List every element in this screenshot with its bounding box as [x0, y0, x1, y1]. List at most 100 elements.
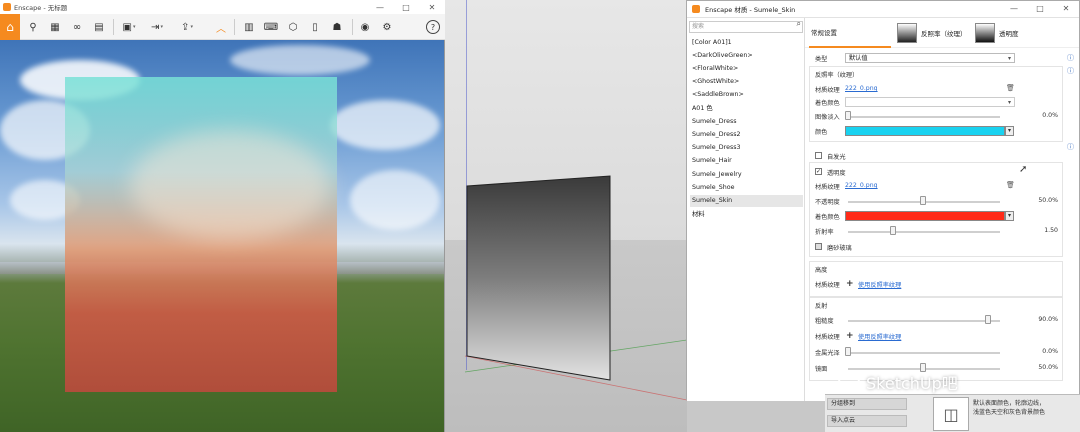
add-icon[interactable]: + [846, 332, 854, 341]
enscape-logo-icon [692, 5, 700, 13]
fade-slider-thumb[interactable] [845, 111, 851, 120]
material-search-input[interactable]: 搜索 [689, 21, 803, 33]
transparency-tint-dropdown[interactable]: ▾ [1005, 211, 1014, 221]
height-header: 高度 [815, 267, 828, 274]
enscape-logo-icon [3, 3, 11, 11]
material-settings-pane: 常规设置 反照率（纹理） 透明度 类型 默认值 ⓘ 反照率（纹理） 材质纹理 2… [805, 18, 1079, 401]
minimize-button[interactable]: — [1001, 1, 1027, 15]
material-editor-window: Enscape 材质 - Sumele_Skin — □ ✕ 搜索 ⌕ [Col… [686, 0, 1080, 401]
transparency-checkbox[interactable]: ✓ [815, 168, 822, 175]
self-illum-checkbox[interactable] [815, 152, 822, 159]
material-item[interactable]: [Color A01]1 [690, 37, 803, 49]
keyboard-icon[interactable]: ⌨ [262, 18, 280, 36]
material-item[interactable]: Sumele_Dress3 [690, 142, 803, 154]
search-icon[interactable]: ⌕ [797, 19, 801, 29]
ior-label: 折射率 [815, 229, 834, 236]
self-illum-label: 自发光 [827, 154, 846, 161]
ior-slider-track[interactable] [848, 231, 1000, 233]
material-item[interactable]: 材料 [690, 209, 803, 221]
export-icon[interactable]: ⇥ [148, 18, 166, 36]
sketchup-model [464, 175, 687, 401]
glass-reflection [130, 130, 330, 240]
bim-icon[interactable]: ▦ [46, 18, 64, 36]
reflection-texture-label: 材质纹理 [815, 334, 840, 341]
material-item-selected[interactable]: Sumele_Skin [690, 195, 803, 207]
transparency-tint-label: 着色颜色 [815, 214, 840, 221]
roughness-slider-thumb[interactable] [985, 315, 991, 324]
info-icon[interactable]: ⓘ [1067, 53, 1074, 63]
frosted-glass-checkbox[interactable] [815, 243, 822, 250]
ior-value: 1.50 [1044, 227, 1058, 234]
albedo-color-swatch[interactable] [845, 126, 1005, 136]
fade-slider-track[interactable] [848, 116, 1000, 118]
albedo-color-dropdown[interactable]: ▾ [1005, 126, 1014, 136]
material-item[interactable]: <SaddleBrown> [690, 89, 803, 101]
material-item[interactable]: Sumele_Shoe [690, 182, 803, 194]
roughness-slider-track[interactable] [848, 320, 1000, 322]
clapper-icon[interactable]: ▤ [90, 18, 108, 36]
metallic-slider-thumb[interactable] [845, 347, 851, 356]
reflection-texture-link[interactable]: 使用反照率纹理 [858, 332, 901, 341]
collapse-icon[interactable]: ︿ [212, 18, 230, 36]
asset-icon[interactable]: ☗ [328, 18, 346, 36]
close-button[interactable]: ✕ [419, 0, 445, 14]
opacity-value: 50.0% [1038, 197, 1058, 204]
reflection-header: 反射 [815, 303, 828, 310]
cube-icon[interactable]: ⬡ [284, 18, 302, 36]
info-icon[interactable]: ⓘ [1067, 66, 1074, 76]
link-icon[interactable]: ⚲ [24, 18, 42, 36]
maximize-button[interactable]: □ [1027, 1, 1053, 15]
material-item[interactable]: <FloralWhite> [690, 63, 803, 75]
albedo-fade-label: 图像淡入 [815, 114, 840, 121]
transparency-texture-link[interactable]: 222_0.png [845, 182, 878, 189]
material-item[interactable]: Sumele_Jewelry [690, 169, 803, 181]
trash-icon[interactable]: 🗑 [1006, 84, 1015, 92]
height-texture-link[interactable]: 使用反照率纹理 [858, 280, 901, 289]
import-pointcloud-button[interactable]: 导入点云 [827, 415, 907, 427]
transparency-tint-swatch[interactable] [845, 211, 1005, 221]
transparency-label: 透明度 [827, 170, 846, 177]
height-texture-label: 材质纹理 [815, 282, 840, 289]
view-icon[interactable]: ◉ [356, 18, 374, 36]
screenshot-icon[interactable]: ▣ [120, 18, 138, 36]
ior-slider-thumb[interactable] [890, 226, 896, 235]
add-icon[interactable]: + [846, 280, 854, 289]
material-item[interactable]: Sumele_Dress2 [690, 129, 803, 141]
albedo-section: 反照率（纹理） 材质纹理 222_0.png 🗑 着色颜色 图像淡入 0.0% … [809, 66, 1063, 142]
move-group-button[interactable]: 分组移到 [827, 398, 907, 410]
albedo-tint-select[interactable] [845, 97, 1015, 107]
binoculars-icon[interactable]: ∞ [68, 18, 86, 36]
home-icon[interactable]: ⌂ [0, 14, 20, 40]
upload-icon[interactable]: ⇪ [178, 18, 196, 36]
material-item[interactable]: Sumele_Dress [690, 116, 803, 128]
settings-gear-icon[interactable]: ⚙ [378, 18, 396, 36]
style-thumbnail-icon[interactable]: ◫ [933, 397, 969, 431]
minimize-button[interactable]: — [367, 0, 393, 14]
tab-general[interactable]: 常规设置 [809, 18, 891, 48]
wechat-watermark: SketchUp吧 [838, 370, 958, 394]
frosted-glass-label: 磨砂玻璃 [827, 245, 852, 252]
help-icon[interactable]: ? [426, 20, 440, 34]
maximize-button[interactable]: □ [393, 0, 419, 14]
cursor-icon: ➚ [1019, 164, 1028, 175]
map-icon[interactable]: ▥ [240, 18, 258, 36]
material-item[interactable]: <DarkOliveGreen> [690, 50, 803, 62]
type-select[interactable]: 默认值 [845, 53, 1015, 63]
book-icon[interactable]: ▯ [306, 18, 324, 36]
enscape-titlebar: Enscape - 无标题 — □ ✕ [0, 0, 445, 14]
tab-transparency[interactable]: 透明度 [975, 18, 1019, 48]
opacity-slider-thumb[interactable] [920, 196, 926, 205]
close-button[interactable]: ✕ [1053, 1, 1079, 15]
trash-icon[interactable]: 🗑 [1006, 181, 1015, 189]
info-icon[interactable]: ⓘ [1067, 142, 1074, 152]
albedo-header: 反照率（纹理） [815, 72, 859, 79]
tab-reflection[interactable]: 反照率（纹理） [897, 18, 967, 48]
height-section: 高度 材质纹理 + 使用反照率纹理 [809, 261, 1063, 297]
metallic-slider-track[interactable] [848, 352, 1000, 354]
sketchup-bottom-panel: 分组移到 导入点云 ◫ 默认表面颜色，轮廓边线， 浅蓝色天空和灰色背景颜色 [825, 394, 1080, 432]
material-item[interactable]: Sumele_Hair [690, 155, 803, 167]
material-item[interactable]: <GhostWhite> [690, 76, 803, 88]
albedo-texture-link[interactable]: 222_0.png [845, 85, 878, 92]
albedo-swatch-icon [897, 23, 917, 43]
material-item[interactable]: A01 色 [690, 103, 803, 115]
